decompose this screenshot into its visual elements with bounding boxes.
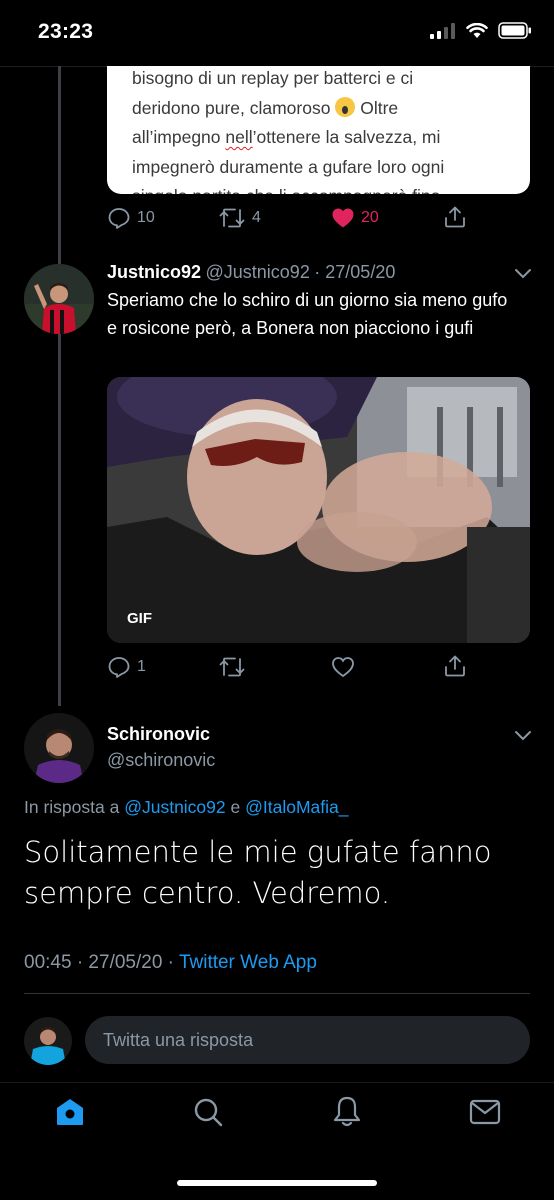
- source-app-link[interactable]: Twitter Web App: [179, 952, 317, 973]
- reply-prefix: In risposta a: [24, 797, 120, 817]
- share-icon: [445, 655, 465, 677]
- mention-link[interactable]: @ItaloMafia_: [245, 797, 348, 817]
- author-handle[interactable]: @schironovic: [107, 750, 215, 771]
- cellular-signal-icon: [430, 22, 455, 39]
- quote-line: deridono pure, clamoroso: [132, 97, 331, 118]
- heart-filled-icon: [332, 208, 354, 228]
- reply-conj: e: [230, 797, 241, 817]
- like-count: 20: [361, 209, 379, 226]
- retweet-count: 4: [252, 209, 261, 226]
- tweet-date: · 27/05/20: [314, 262, 396, 282]
- retweet-button[interactable]: 4: [218, 207, 261, 229]
- mention-link[interactable]: @Justnico92: [124, 797, 225, 817]
- wifi-icon: [466, 22, 488, 38]
- quote-line: all’impegno: [132, 127, 221, 147]
- heart-icon: [332, 657, 354, 678]
- retweet-icon: [219, 657, 245, 677]
- gif-thumbnail: [107, 377, 530, 643]
- tweet-text: Speriamo che lo schiro di un giorno sia …: [107, 290, 508, 338]
- user-avatar[interactable]: [24, 1017, 72, 1065]
- thread-line: [58, 66, 61, 706]
- notifications-icon[interactable]: [332, 1095, 362, 1127]
- quote-line: Oltre: [360, 97, 399, 118]
- share-icon: [445, 206, 465, 228]
- battery-icon: [498, 22, 531, 39]
- gif-label: GIF: [127, 610, 152, 627]
- home-indicator[interactable]: [177, 1180, 377, 1186]
- reply-button[interactable]: 10: [107, 207, 155, 229]
- author-handle[interactable]: @Justnico92: [206, 262, 310, 282]
- quote-line: singola partita che li accompagnerà fino: [132, 186, 440, 194]
- retweet-icon: [219, 208, 245, 228]
- avatar-schironovic[interactable]: [24, 713, 94, 783]
- status-icons: [430, 22, 532, 39]
- quote-line: ’ottenere la salvezza, mi: [252, 127, 441, 147]
- player-avatar-icon: [24, 1017, 72, 1065]
- reply-icon: [108, 657, 130, 678]
- status-time: 23:23: [38, 20, 94, 43]
- reply-placeholder: Twitta una risposta: [103, 1029, 254, 1050]
- search-icon[interactable]: [193, 1097, 223, 1127]
- gif-media[interactable]: GIF: [107, 377, 530, 643]
- tweet-image-screenshot[interactable]: bisogno di un replay per batterci e ci d…: [107, 66, 530, 194]
- tweet-timestamp: 00:45 · 27/05/20 ·: [24, 952, 174, 973]
- player-avatar-icon: [24, 264, 94, 334]
- reply-count: 1: [137, 658, 146, 675]
- reply-input[interactable]: Twitta una risposta: [85, 1016, 530, 1064]
- reply-button[interactable]: 1: [107, 656, 146, 678]
- chevron-down-icon[interactable]: [514, 730, 532, 742]
- quote-line: impegnerò duramente a gufare loro ogni: [132, 156, 445, 177]
- author-name[interactable]: Schironovic: [107, 724, 210, 745]
- chevron-down-icon[interactable]: [514, 268, 532, 280]
- reply-count: 10: [137, 209, 155, 226]
- like-button[interactable]: 20: [331, 207, 379, 229]
- home-icon[interactable]: [55, 1097, 85, 1127]
- avatar-justnico92[interactable]: [24, 264, 94, 334]
- like-button[interactable]: [331, 656, 355, 678]
- player-avatar-icon: [24, 713, 94, 783]
- share-button[interactable]: [443, 205, 467, 229]
- main-tweet-text: Solitamente le mie gufate fanno sempre c…: [24, 835, 492, 910]
- messages-icon[interactable]: [469, 1098, 501, 1126]
- divider: [24, 993, 530, 994]
- reply-icon: [108, 208, 130, 229]
- tweet-meta: 00:45 · 27/05/20 · Twitter Web App: [24, 952, 317, 974]
- author-name[interactable]: Justnico92: [107, 262, 201, 282]
- tweet-header: Justnico92 @Justnico92 · 27/05/20: [107, 262, 507, 283]
- retweet-button[interactable]: [218, 656, 246, 678]
- quote-line: bisogno di un replay per batterci e ci: [132, 68, 414, 88]
- spellcheck-word: nell: [225, 127, 253, 147]
- share-button[interactable]: [443, 654, 467, 678]
- scream-emoji-icon: [335, 96, 356, 117]
- reply-context: In risposta a @Justnico92 e @ItaloMafia_: [24, 797, 349, 818]
